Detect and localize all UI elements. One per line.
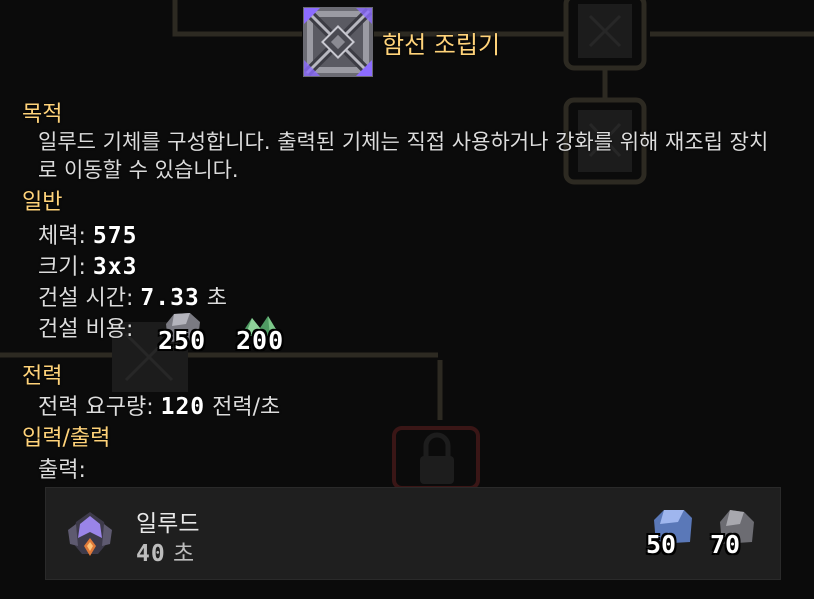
output-label: 출력: bbox=[38, 458, 86, 483]
power-usage-row: 전력 요구량: 120 전력/초 bbox=[38, 389, 280, 421]
block-title: 함선 조립기 bbox=[382, 30, 501, 59]
section-title-power: 전력 bbox=[22, 364, 63, 389]
build-cost-amount: 200 bbox=[236, 326, 285, 355]
build-time-label: 건설 시간: bbox=[38, 286, 134, 311]
output-cost-amount: 50 bbox=[646, 530, 677, 559]
output-cost-item: 70 bbox=[710, 508, 762, 568]
section-title-general: 일반 bbox=[22, 190, 63, 215]
build-time-row: 건설 시간: 7.33 초 bbox=[38, 280, 227, 312]
build-time-value: 7.33 bbox=[140, 285, 200, 311]
build-cost-item: 250 bbox=[158, 310, 238, 355]
health-label: 체력: bbox=[38, 224, 86, 249]
block-header: 함선 조립기 bbox=[302, 6, 500, 78]
build-time-unit: 초 bbox=[206, 286, 228, 311]
build-cost-label: 건설 비용: bbox=[38, 317, 134, 342]
output-cost-amount: 70 bbox=[710, 530, 741, 559]
assembler-block-icon bbox=[303, 7, 373, 77]
section-title-purpose: 목적 bbox=[22, 102, 63, 127]
purpose-description: 일루드 기체를 구성합니다. 출력된 기체는 직접 사용하거나 강화를 위해 재… bbox=[38, 130, 769, 182]
output-unit-time: 40 초 bbox=[136, 534, 194, 568]
power-usage-unit: 전력/초 bbox=[212, 395, 281, 420]
output-unit-time-unit: 초 bbox=[173, 541, 195, 567]
illude-unit-icon bbox=[68, 512, 112, 556]
build-cost-amount: 250 bbox=[158, 326, 207, 355]
build-cost-item: 200 bbox=[236, 310, 316, 355]
size-value: 3x3 bbox=[92, 254, 138, 280]
output-unit-name: 일루드 bbox=[136, 511, 200, 537]
size-row: 크기: 3x3 bbox=[38, 249, 137, 281]
health-row: 체력: 575 bbox=[38, 218, 137, 250]
section-title-io: 입력/출력 bbox=[22, 426, 111, 451]
output-unit-time-value: 40 bbox=[136, 541, 166, 567]
power-usage-value: 120 bbox=[160, 394, 206, 420]
size-label: 크기: bbox=[38, 255, 86, 280]
health-value: 575 bbox=[92, 223, 138, 249]
output-cost-item: 50 bbox=[646, 508, 698, 568]
output-unit-card[interactable]: 일루드 40 초 50 70 bbox=[45, 487, 781, 580]
power-usage-label: 전력 요구량: bbox=[38, 395, 154, 420]
